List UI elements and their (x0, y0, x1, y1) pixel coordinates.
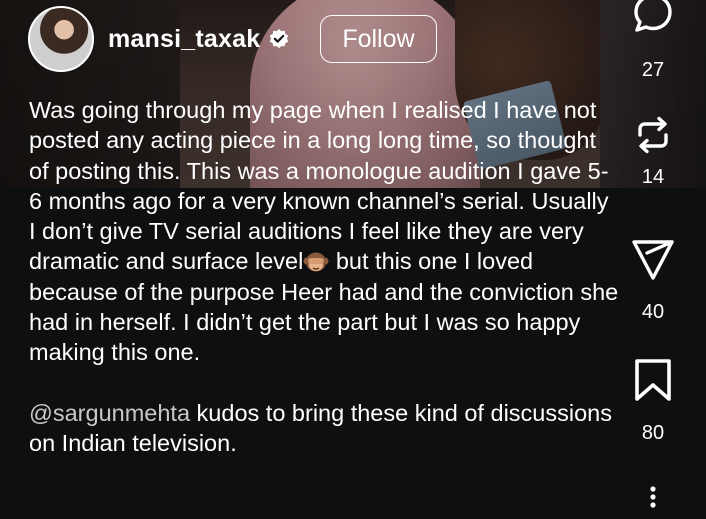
comment-count: 27 (641, 59, 665, 81)
bookmark-icon[interactable] (628, 355, 678, 405)
verified-badge-icon (268, 28, 290, 50)
username[interactable]: mansi_taxak (108, 25, 260, 54)
share-count: 40 (641, 301, 665, 323)
follow-button[interactable]: Follow (320, 15, 437, 63)
share-action[interactable]: 40 (620, 234, 686, 324)
save-action[interactable]: 80 (620, 355, 686, 445)
save-count: 80 (641, 422, 665, 444)
repost-count: 14 (641, 166, 665, 188)
repost-action[interactable]: 14 (620, 110, 686, 189)
comment-icon[interactable] (628, 0, 678, 38)
see-no-evil-monkey-emoji (303, 249, 329, 273)
comment-action[interactable]: 27 (620, 0, 686, 82)
mention-link[interactable]: @sargunmehta (29, 400, 190, 426)
repost-icon[interactable] (628, 110, 678, 160)
avatar[interactable] (28, 6, 94, 72)
share-icon[interactable] (628, 234, 678, 284)
more-options-icon[interactable] (647, 484, 659, 514)
post-header: mansi_taxak Follow (28, 6, 437, 72)
action-rail: 27 14 40 80 (620, 0, 686, 509)
post-caption: Was going through my page when I realise… (29, 95, 619, 459)
